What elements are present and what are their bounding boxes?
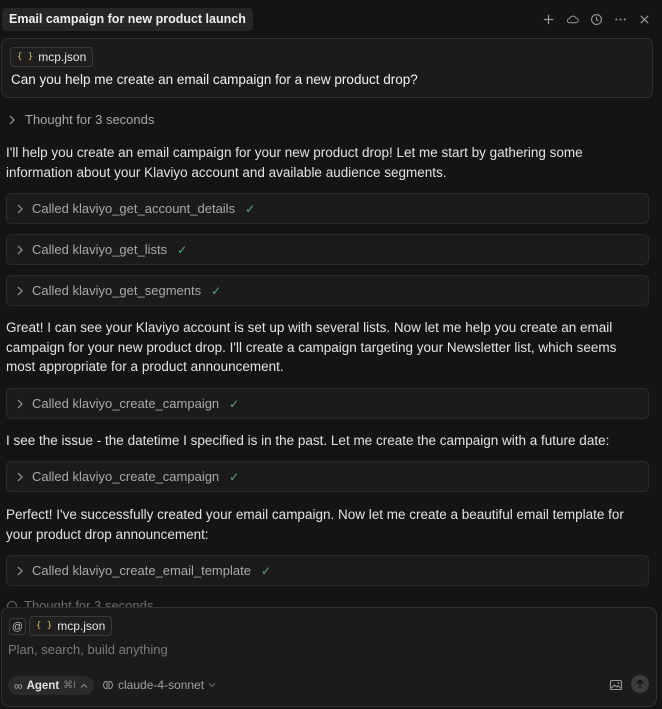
- mention-button[interactable]: @: [9, 618, 26, 635]
- assistant-paragraph: Great! I can see your Klaviyo account is…: [6, 320, 617, 374]
- chevron-right-icon: [17, 204, 23, 213]
- check-icon: ✓: [229, 396, 240, 411]
- model-name: claude-4-sonnet: [118, 678, 205, 692]
- chevron-right-icon: [17, 245, 23, 254]
- tool-call[interactable]: Called klaviyo_get_lists ✓: [6, 234, 649, 265]
- brain-icon: [102, 681, 114, 689]
- composer-input[interactable]: Plan, search, build anything: [8, 642, 168, 657]
- chevron-right-icon: [9, 115, 15, 124]
- chevron-down-icon: [80, 683, 88, 688]
- tool-call-label: Called klaviyo_create_email_template: [32, 563, 251, 578]
- cloud-icon[interactable]: [564, 10, 580, 28]
- tool-call[interactable]: Called klaviyo_create_campaign ✓: [6, 461, 649, 492]
- tool-call[interactable]: Called klaviyo_create_campaign ✓: [6, 388, 649, 419]
- check-icon: ✓: [211, 283, 222, 298]
- thought-label: Thought for 3 seconds: [25, 112, 155, 127]
- send-button[interactable]: [631, 675, 649, 693]
- infinity-icon: ∞: [14, 678, 23, 693]
- user-message-card[interactable]: { } mcp.json Can you help me create an e…: [1, 38, 653, 98]
- chevron-right-icon: [17, 566, 23, 575]
- check-icon: ✓: [260, 563, 272, 578]
- history-icon[interactable]: [588, 10, 604, 28]
- message-composer[interactable]: @ { } mcp.json Plan, search, build anyth…: [1, 607, 657, 707]
- chevron-down-icon: [208, 683, 216, 688]
- tool-call[interactable]: Called klaviyo_get_segments ✓: [6, 275, 649, 306]
- chevron-right-icon: [17, 399, 23, 408]
- tool-call-label: Called klaviyo_create_campaign: [32, 396, 220, 411]
- json-file-icon: { }: [36, 621, 53, 631]
- image-icon[interactable]: [609, 678, 623, 692]
- plus-icon[interactable]: [540, 10, 556, 28]
- model-selector[interactable]: claude-4-sonnet: [102, 678, 216, 692]
- mode-shortcut: ⌘I: [63, 680, 76, 691]
- chat-header: Email campaign for new product launch: [0, 0, 662, 38]
- tool-call-label: Called klaviyo_get_segments: [32, 283, 202, 298]
- thought-toggle[interactable]: Thought for 3 seconds: [8, 112, 154, 127]
- attachment-chip[interactable]: { } mcp.json: [10, 47, 94, 67]
- more-icon[interactable]: [612, 10, 628, 28]
- json-file-icon: { }: [17, 52, 34, 62]
- context-chip-label: mcp.json: [57, 619, 106, 633]
- close-icon[interactable]: [636, 10, 652, 28]
- user-message-text: Can you help me create an email campaign…: [11, 72, 418, 87]
- assistant-paragraph: I see the issue - the datetime I specifi…: [6, 433, 610, 448]
- arrow-up-icon: [636, 679, 644, 688]
- assistant-paragraph: Perfect! I've successfully created your …: [6, 507, 624, 542]
- tool-call-label: Called klaviyo_get_account_details: [32, 201, 236, 216]
- check-icon: ✓: [229, 469, 240, 484]
- tool-call[interactable]: Called klaviyo_create_email_template ✓: [6, 555, 649, 586]
- header-actions: [540, 10, 652, 28]
- chevron-right-icon: [17, 286, 23, 295]
- context-chip[interactable]: { } mcp.json: [29, 616, 113, 636]
- chevron-right-icon: [17, 472, 23, 481]
- tool-call-label: Called klaviyo_create_campaign: [32, 469, 220, 484]
- assistant-paragraph: I'll help you create an email campaign f…: [6, 145, 583, 180]
- tool-call-label: Called klaviyo_get_lists: [32, 242, 168, 257]
- check-icon: ✓: [245, 201, 256, 216]
- mode-label: Agent: [26, 679, 60, 692]
- agent-mode-selector[interactable]: ∞ Agent ⌘I: [8, 676, 94, 695]
- tool-call[interactable]: Called klaviyo_get_account_details ✓: [6, 193, 649, 224]
- chat-title-tab[interactable]: Email campaign for new product launch: [2, 8, 253, 31]
- attachment-name: mcp.json: [38, 50, 87, 64]
- check-icon: ✓: [177, 242, 188, 257]
